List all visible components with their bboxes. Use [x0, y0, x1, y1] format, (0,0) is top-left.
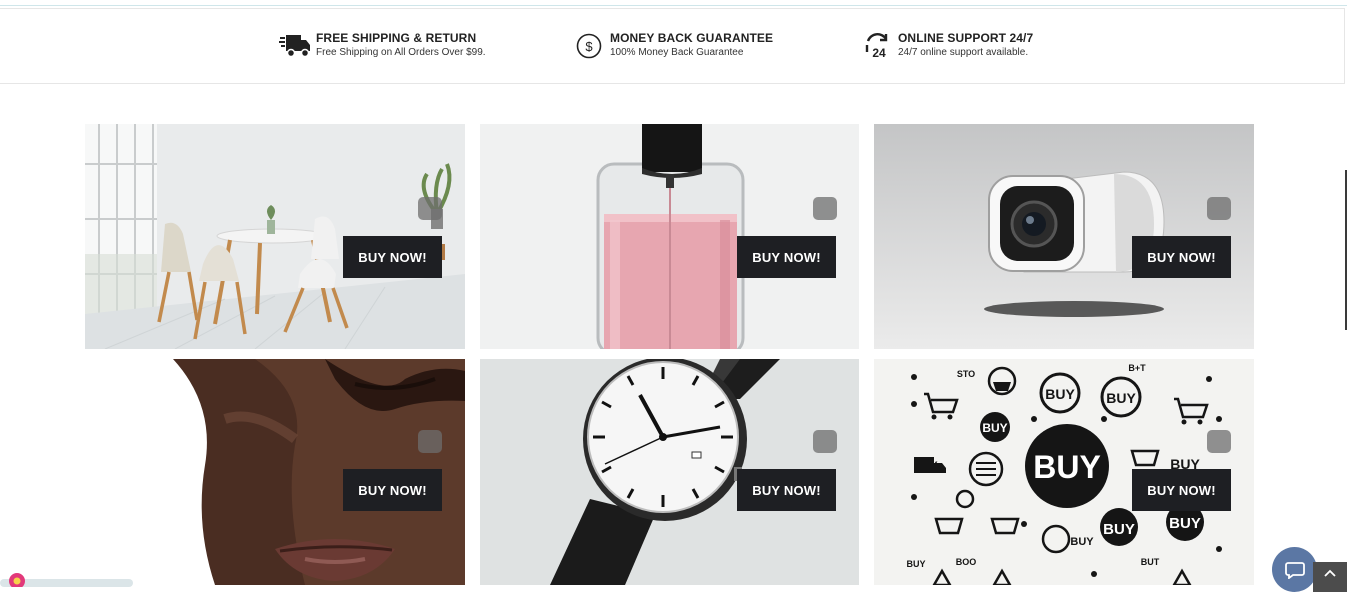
support-24-icon: 24	[860, 31, 894, 61]
collage-text: BUY	[1106, 390, 1136, 406]
dollar-circle-icon: $	[572, 31, 606, 61]
product-tile-camera[interactable]: BUY NOW!	[874, 124, 1254, 349]
flower-icon	[6, 571, 28, 592]
collage-text-big: BUY	[1033, 449, 1101, 485]
truck-icon	[278, 31, 312, 61]
feature-subtitle: 100% Money Back Guarantee	[610, 47, 744, 58]
collage-text: BUY	[1070, 536, 1094, 548]
wishlist-toggle[interactable]	[418, 430, 442, 453]
feature-title: MONEY BACK GUARANTEE	[610, 31, 774, 45]
product-tile-dining-room[interactable]: BUY NOW!	[85, 124, 465, 349]
chevron-up-icon	[1324, 569, 1336, 577]
svg-text:$: $	[585, 39, 593, 54]
wishlist-toggle[interactable]	[813, 430, 837, 453]
feature-subtitle: 24/7 online support available.	[898, 47, 1029, 58]
chat-bubble-icon	[1284, 561, 1305, 579]
scroll-to-top-button[interactable]	[1313, 562, 1347, 592]
collage-text: STO	[957, 369, 975, 379]
buy-now-button[interactable]: BUY NOW!	[1132, 236, 1231, 278]
buy-now-button[interactable]: BUY NOW!	[737, 469, 836, 511]
svg-text:24: 24	[872, 46, 886, 60]
wishlist-toggle[interactable]	[813, 197, 837, 220]
buy-now-button[interactable]: BUY NOW!	[737, 236, 836, 278]
buy-now-button[interactable]: BUY NOW!	[343, 236, 442, 278]
buy-now-button[interactable]: BUY NOW!	[343, 469, 442, 511]
wishlist-toggle[interactable]	[1207, 197, 1231, 220]
feature-free-shipping: FREE SHIPPING & RETURN Free Shipping on …	[278, 31, 486, 61]
chat-button[interactable]	[1272, 547, 1317, 592]
collage-text: BUY	[1103, 521, 1135, 538]
product-tile-buy-collage[interactable]: BUY BUY BUY BUY BUY BUY BUY BUY STO B+T …	[874, 359, 1254, 585]
top-divider	[0, 0, 1347, 6]
wishlist-toggle[interactable]	[418, 197, 442, 220]
collage-text: BUY	[906, 559, 925, 569]
collage-text: BUY	[982, 421, 1007, 435]
feature-title: ONLINE SUPPORT 24/7	[898, 31, 1034, 45]
collage-text: BOO	[956, 557, 977, 567]
feature-money-back: $ MONEY BACK GUARANTEE 100% Money Back G…	[572, 31, 773, 61]
collage-text: BUT	[1141, 557, 1160, 567]
product-tile-watch[interactable]: BUY NOW!	[480, 359, 859, 585]
feature-title: FREE SHIPPING & RETURN	[316, 31, 477, 45]
collage-text: BUY	[1169, 515, 1201, 532]
feature-online-support: 24 ONLINE SUPPORT 24/7 24/7 online suppo…	[860, 31, 1033, 61]
features-bar: FREE SHIPPING & RETURN Free Shipping on …	[0, 8, 1345, 84]
product-tile-perfume[interactable]: BUY NOW!	[480, 124, 859, 349]
wishlist-toggle[interactable]	[1207, 430, 1231, 453]
buy-now-button[interactable]: BUY NOW!	[1132, 469, 1231, 511]
collage-text: BUY	[1045, 386, 1075, 402]
collage-text: B+T	[1128, 363, 1146, 373]
product-tile-skincare[interactable]: BUY NOW!	[85, 359, 465, 585]
feature-subtitle: Free Shipping on All Orders Over $99.	[316, 47, 486, 58]
